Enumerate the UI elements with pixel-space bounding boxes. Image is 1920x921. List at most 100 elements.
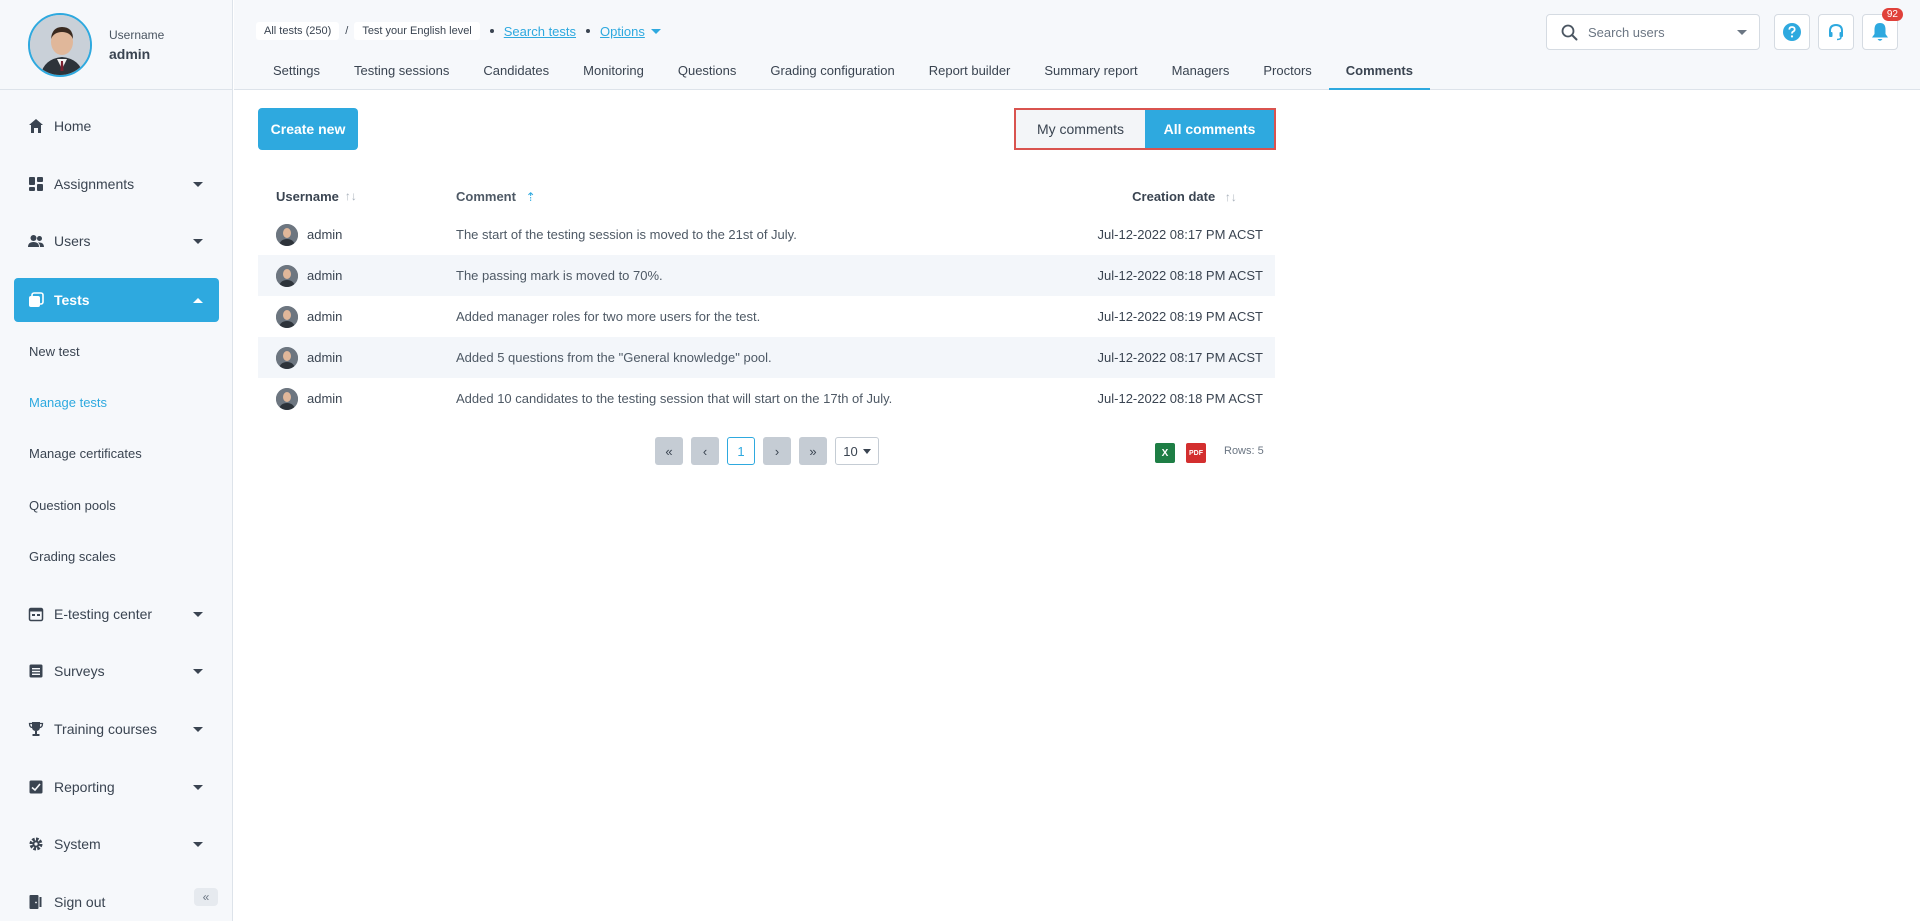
chevron-down-icon <box>193 669 203 674</box>
chevron-down-icon <box>193 842 203 847</box>
page-size-select[interactable]: 10 <box>835 437 879 465</box>
list-icon <box>28 663 44 679</box>
row-comment: The passing mark is moved to 70%. <box>456 268 663 283</box>
home-icon <box>28 118 44 134</box>
options-link[interactable]: Options <box>600 24 645 39</box>
sidebar-subitem-new-test[interactable]: New test <box>29 344 80 359</box>
tab-report-builder[interactable]: Report builder <box>912 63 1028 90</box>
tab-monitoring[interactable]: Monitoring <box>566 63 661 90</box>
last-page-button[interactable]: » <box>799 437 827 465</box>
sidebar-item-label: Training courses <box>54 721 157 737</box>
trophy-icon <box>28 721 44 737</box>
sidebar-subitem-manage-tests[interactable]: Manage tests <box>29 395 107 410</box>
sidebar-item-assignments[interactable]: Assignments <box>14 162 219 206</box>
table-row[interactable]: admin The passing mark is moved to 70%. … <box>258 255 1275 296</box>
tab-proctors[interactable]: Proctors <box>1246 63 1328 90</box>
sort-icon[interactable]: ↑↓ <box>1225 190 1237 204</box>
row-username: admin <box>307 309 343 324</box>
first-page-button[interactable]: « <box>655 437 683 465</box>
search-users-input[interactable]: Search users <box>1546 14 1760 50</box>
help-button[interactable] <box>1774 14 1810 50</box>
report-icon <box>28 779 44 795</box>
breadcrumb-all-tests[interactable]: All tests (250) <box>256 22 340 40</box>
app-root: Username admin Home Assignments Users Te… <box>0 0 1920 921</box>
next-page-button[interactable]: › <box>763 437 791 465</box>
sidebar-item-reporting[interactable]: Reporting <box>14 765 219 809</box>
collapse-sidebar-button[interactable]: « <box>194 888 218 906</box>
test-tabs: Settings Testing sessions Candidates Mon… <box>256 63 1430 90</box>
sidebar-item-label: Home <box>54 118 92 134</box>
column-header-username[interactable]: Username ↑↓ <box>258 189 456 204</box>
column-header-creation-date[interactable]: Creation date ↑↓ <box>1046 189 1263 204</box>
table-row[interactable]: admin The start of the testing session i… <box>258 214 1275 255</box>
tab-settings[interactable]: Settings <box>256 63 337 90</box>
row-creation-date: Jul-12-2022 08:18 PM ACST <box>1097 391 1263 406</box>
breadcrumb-current-test: Test your English level <box>354 22 480 40</box>
export-excel-button[interactable]: X <box>1155 443 1175 463</box>
page-number-button[interactable]: 1 <box>727 437 755 465</box>
table-header: Username ↑↓ Comment ⇡ Creation date ↑↓ <box>258 178 1275 214</box>
table-row[interactable]: admin Added 5 questions from the "Genera… <box>258 337 1275 378</box>
column-header-label: Username <box>276 188 339 204</box>
row-comment: Added 5 questions from the "General know… <box>456 350 772 365</box>
chevron-down-icon <box>862 448 871 454</box>
tab-grading-configuration[interactable]: Grading configuration <box>753 63 911 90</box>
profile: Username admin <box>0 0 232 90</box>
sort-ascending-icon[interactable]: ⇡ <box>526 190 536 204</box>
sidebar-item-system[interactable]: System <box>14 822 219 866</box>
sidebar-item-sign-out[interactable]: Sign out <box>14 880 219 921</box>
all-comments-button[interactable]: All comments <box>1145 110 1274 148</box>
my-comments-button[interactable]: My comments <box>1016 110 1145 148</box>
tab-questions[interactable]: Questions <box>661 63 754 90</box>
sidebar-item-e-testing-center[interactable]: E-testing center <box>14 592 219 636</box>
profile-label: Username <box>109 27 165 42</box>
row-creation-date: Jul-12-2022 08:17 PM ACST <box>1097 227 1263 242</box>
column-header-comment[interactable]: Comment ⇡ <box>456 189 1046 204</box>
gear-icon <box>28 836 44 852</box>
sidebar-subitem-manage-certificates[interactable]: Manage certificates <box>29 446 142 461</box>
row-creation-date: Jul-12-2022 08:17 PM ACST <box>1097 350 1263 365</box>
chevron-down-icon[interactable] <box>650 28 661 34</box>
sidebar-item-label: Surveys <box>54 663 105 679</box>
row-username: admin <box>307 227 343 242</box>
column-header-label: Comment <box>456 188 516 204</box>
tests-icon <box>28 292 44 308</box>
chevron-right-icon: › <box>774 443 780 459</box>
double-chevron-right-icon: » <box>809 443 817 459</box>
breadcrumb-separator: / <box>345 25 349 37</box>
dashboard-icon <box>28 176 44 192</box>
table-row[interactable]: admin Added 10 candidates to the testing… <box>258 378 1275 419</box>
table-row[interactable]: admin Added manager roles for two more u… <box>258 296 1275 337</box>
sidebar-item-training-courses[interactable]: Training courses <box>14 707 219 751</box>
row-creation-date: Jul-12-2022 08:18 PM ACST <box>1097 268 1263 283</box>
sidebar-subitem-question-pools[interactable]: Question pools <box>29 498 116 513</box>
previous-page-button[interactable]: ‹ <box>691 437 719 465</box>
avatar[interactable] <box>28 12 92 77</box>
chevron-down-icon <box>1737 30 1747 35</box>
sidebar-item-tests[interactable]: Tests <box>14 278 219 322</box>
notification-count-badge: 92 <box>1881 8 1903 21</box>
tab-summary-report[interactable]: Summary report <box>1027 63 1154 90</box>
sort-icon[interactable]: ↑↓ <box>345 189 357 203</box>
tab-comments[interactable]: Comments <box>1328 63 1430 90</box>
users-icon <box>28 233 44 249</box>
tab-managers[interactable]: Managers <box>1155 63 1247 90</box>
chevron-up-icon <box>193 298 203 303</box>
sidebar-item-home[interactable]: Home <box>14 104 219 148</box>
tab-testing-sessions[interactable]: Testing sessions <box>337 63 466 90</box>
tab-candidates[interactable]: Candidates <box>466 63 566 90</box>
chevron-down-icon <box>193 239 203 244</box>
calendar-icon <box>28 606 44 622</box>
sidebar-item-surveys[interactable]: Surveys <box>14 649 219 693</box>
sign-out-icon <box>28 894 44 910</box>
support-button[interactable] <box>1818 14 1854 50</box>
create-new-button[interactable]: Create new <box>258 108 358 150</box>
notifications-button[interactable]: 92 <box>1862 8 1903 50</box>
column-header-label: Creation date <box>1132 188 1216 204</box>
breadcrumb-dot <box>586 29 591 33</box>
avatar <box>276 305 298 328</box>
search-tests-link[interactable]: Search tests <box>504 24 576 39</box>
export-pdf-button[interactable]: PDF <box>1186 443 1206 463</box>
sidebar-subitem-grading-scales[interactable]: Grading scales <box>29 549 116 564</box>
sidebar-item-users[interactable]: Users <box>14 219 219 263</box>
